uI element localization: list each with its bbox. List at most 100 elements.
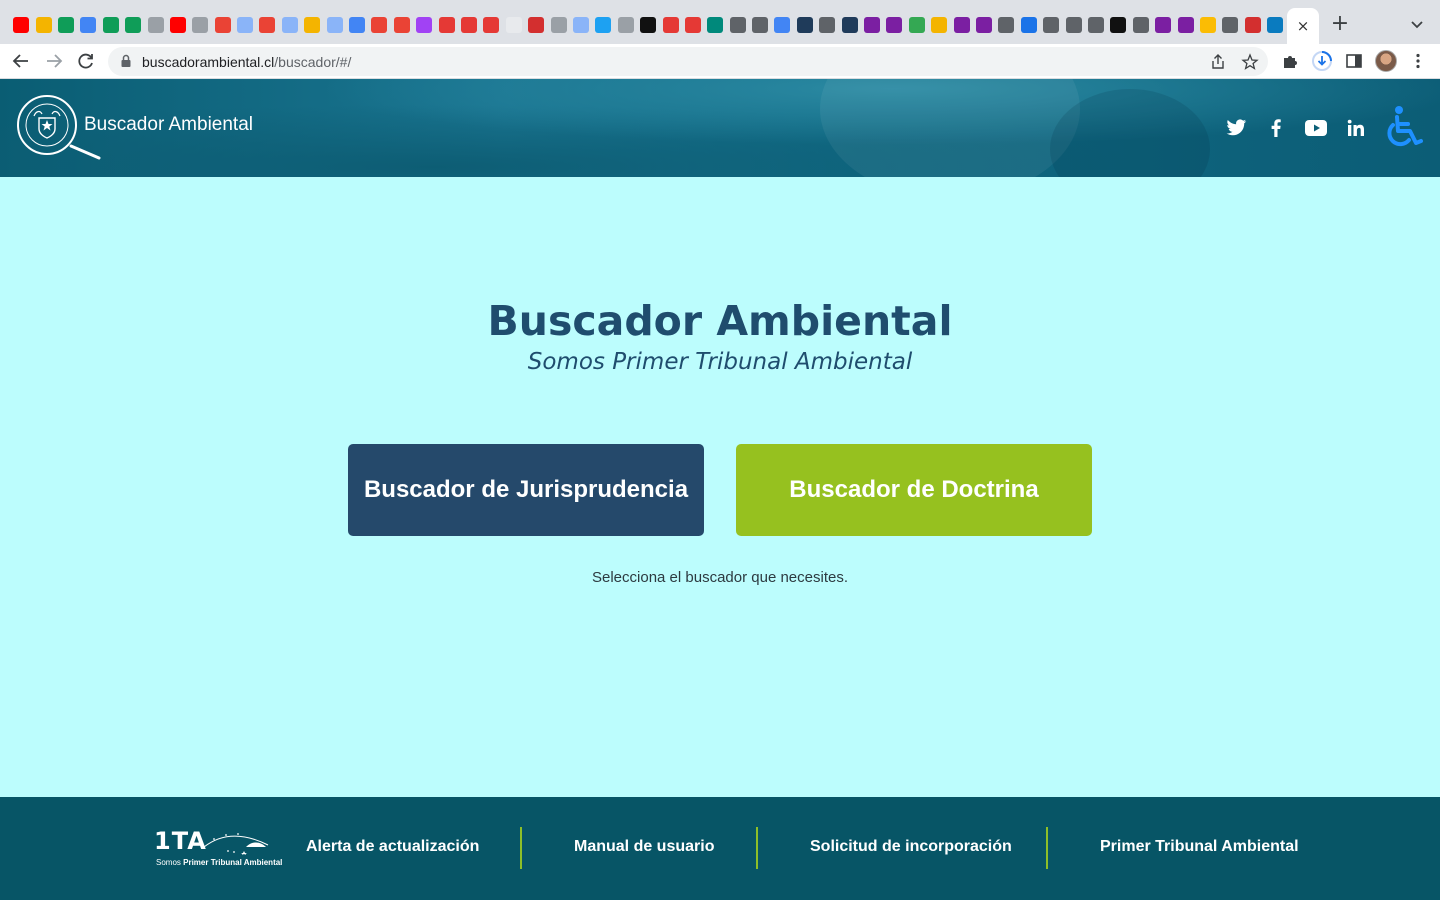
footer-link-incorporation-request[interactable]: Solicitud de incorporación xyxy=(810,838,1012,856)
browser-tab[interactable] xyxy=(727,14,749,36)
browser-tab[interactable] xyxy=(1107,14,1129,36)
browser-tab[interactable] xyxy=(950,14,972,36)
browser-tab[interactable] xyxy=(144,14,166,36)
page-title: Buscador Ambiental xyxy=(487,297,953,345)
back-button[interactable] xyxy=(10,50,32,72)
plus-multicolor-icon xyxy=(1199,17,1216,33)
browser-tab[interactable] xyxy=(1197,14,1219,36)
diamond-red-icon xyxy=(483,17,500,33)
browser-tab[interactable] xyxy=(122,14,144,36)
doctrine-search-button[interactable]: Buscador de Doctrina xyxy=(736,444,1092,536)
reload-button[interactable] xyxy=(75,50,97,72)
browser-tab[interactable] xyxy=(480,14,502,36)
browser-tab[interactable] xyxy=(525,14,547,36)
browser-tab[interactable] xyxy=(503,14,525,36)
browser-tab[interactable] xyxy=(279,14,301,36)
footer-link-update-alert[interactable]: Alerta de actualización xyxy=(306,838,479,856)
globe-icon xyxy=(998,17,1015,33)
browser-tab[interactable] xyxy=(323,14,345,36)
browser-tab[interactable] xyxy=(368,14,390,36)
browser-tab[interactable] xyxy=(189,14,211,36)
browser-tab[interactable] xyxy=(1219,14,1241,36)
browser-tab[interactable] xyxy=(659,14,681,36)
footer-link-first-environmental-court[interactable]: Primer Tribunal Ambiental xyxy=(1100,838,1299,856)
share-icon[interactable] xyxy=(1209,53,1227,71)
browser-tab[interactable] xyxy=(1130,14,1152,36)
browser-tab[interactable] xyxy=(615,14,637,36)
tab-search-button[interactable] xyxy=(1406,14,1428,36)
facebook-link[interactable] xyxy=(1265,117,1287,139)
browser-tab[interactable] xyxy=(413,14,435,36)
bookmark-star-icon[interactable] xyxy=(1241,53,1259,71)
footer-1ta-logo[interactable]: 1TA Somos Primer Tribunal Ambiental xyxy=(154,827,282,871)
browser-tab[interactable] xyxy=(346,14,368,36)
browser-tab[interactable] xyxy=(570,14,592,36)
avatar xyxy=(1375,50,1397,72)
address-bar[interactable]: buscadorambiental.cl/buscador/#/ xyxy=(108,47,1268,76)
site-brand-name[interactable]: Buscador Ambiental xyxy=(84,114,253,136)
youtube-link[interactable] xyxy=(1305,117,1327,139)
browser-tab[interactable] xyxy=(1264,14,1286,36)
browser-tab[interactable] xyxy=(883,14,905,36)
browser-tab[interactable] xyxy=(77,14,99,36)
browser-tab[interactable] xyxy=(749,14,771,36)
browser-tab[interactable] xyxy=(637,14,659,36)
browser-tab[interactable] xyxy=(301,14,323,36)
footer-divider xyxy=(1046,827,1048,869)
profile-button[interactable] xyxy=(1375,50,1397,72)
footer-link-user-manual[interactable]: Manual de usuario xyxy=(574,838,714,856)
globe-icon xyxy=(752,17,769,33)
browser-tab[interactable] xyxy=(592,14,614,36)
browser-tab-strip: × + xyxy=(0,0,1440,44)
browser-tab[interactable] xyxy=(973,14,995,36)
jurisprudence-search-button[interactable]: Buscador de Jurisprudencia xyxy=(348,444,704,536)
browser-tab[interactable] xyxy=(816,14,838,36)
downloads-button[interactable] xyxy=(1311,50,1333,72)
browser-tab[interactable] xyxy=(212,14,234,36)
browser-tab[interactable] xyxy=(167,14,189,36)
accessibility-wheelchair-icon[interactable] xyxy=(1382,105,1424,149)
browser-tab[interactable] xyxy=(794,14,816,36)
extensions-button[interactable] xyxy=(1279,50,1301,72)
browser-tab[interactable] xyxy=(995,14,1017,36)
browser-tab[interactable] xyxy=(458,14,480,36)
browser-tab[interactable] xyxy=(704,14,726,36)
flag-purple-icon xyxy=(864,17,881,33)
forward-button[interactable] xyxy=(43,50,65,72)
chrome-menu-button[interactable] xyxy=(1407,50,1429,72)
browser-tab[interactable] xyxy=(1062,14,1084,36)
browser-tab[interactable] xyxy=(32,14,54,36)
browser-tab[interactable] xyxy=(771,14,793,36)
browser-tab[interactable] xyxy=(861,14,883,36)
browser-tab[interactable] xyxy=(1174,14,1196,36)
browser-tab[interactable] xyxy=(1085,14,1107,36)
landscape-stars-icon xyxy=(204,833,269,855)
browser-tab[interactable] xyxy=(256,14,278,36)
browser-tab[interactable] xyxy=(906,14,928,36)
browser-tab[interactable] xyxy=(234,14,256,36)
browser-tab[interactable] xyxy=(1241,14,1263,36)
browser-tab[interactable] xyxy=(10,14,32,36)
1ta-icon xyxy=(841,17,858,33)
close-tab-icon[interactable]: × xyxy=(1297,17,1310,35)
browser-tab[interactable] xyxy=(435,14,457,36)
lock-icon[interactable] xyxy=(120,54,132,68)
gmail-icon xyxy=(371,17,388,33)
browser-tab[interactable] xyxy=(682,14,704,36)
browser-tab[interactable] xyxy=(100,14,122,36)
gmail-icon xyxy=(393,17,410,33)
new-tab-button[interactable]: + xyxy=(1328,12,1352,36)
browser-tab[interactable] xyxy=(928,14,950,36)
browser-tab[interactable] xyxy=(55,14,77,36)
active-tab[interactable]: × xyxy=(1287,8,1319,44)
flag-purple-icon xyxy=(953,17,970,33)
browser-tab[interactable] xyxy=(1152,14,1174,36)
side-panel-button[interactable] xyxy=(1343,50,1365,72)
browser-tab[interactable] xyxy=(547,14,569,36)
linkedin-link[interactable] xyxy=(1345,117,1367,139)
browser-tab[interactable] xyxy=(1040,14,1062,36)
twitter-link[interactable] xyxy=(1225,117,1247,139)
browser-tab[interactable] xyxy=(838,14,860,36)
browser-tab[interactable] xyxy=(391,14,413,36)
browser-tab[interactable] xyxy=(1018,14,1040,36)
